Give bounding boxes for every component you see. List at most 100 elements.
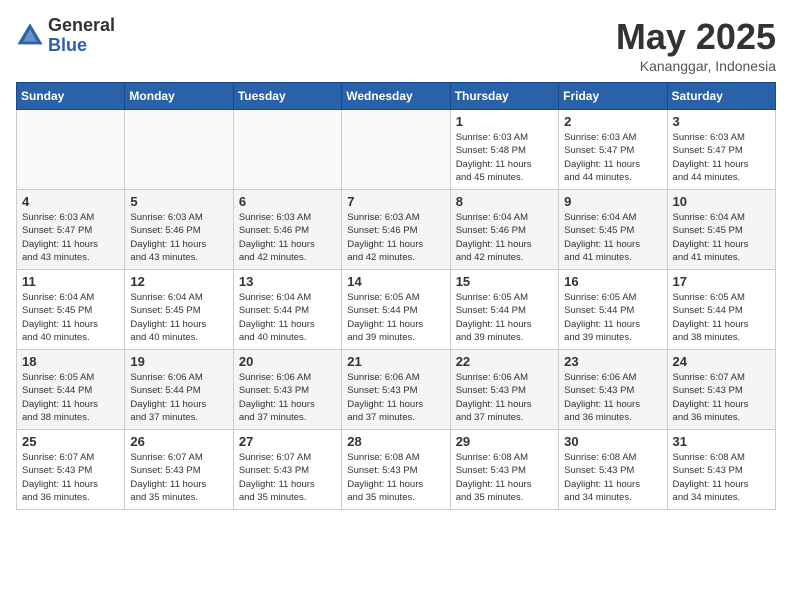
empty-cell bbox=[17, 110, 125, 190]
day-info: Sunrise: 6:05 AM Sunset: 5:44 PM Dayligh… bbox=[22, 371, 119, 424]
day-cell-21: 21 Sunrise: 6:06 AM Sunset: 5:43 PM Dayli… bbox=[342, 350, 450, 430]
day-number: 13 bbox=[239, 274, 336, 289]
day-info: Sunrise: 6:03 AM Sunset: 5:47 PM Dayligh… bbox=[22, 211, 119, 264]
empty-cell bbox=[233, 110, 341, 190]
title-block: May 2025 Kananggar, Indonesia bbox=[616, 16, 776, 74]
day-info: Sunrise: 6:04 AM Sunset: 5:45 PM Dayligh… bbox=[130, 291, 227, 344]
page-header: General Blue May 2025 Kananggar, Indones… bbox=[16, 16, 776, 74]
day-info: Sunrise: 6:08 AM Sunset: 5:43 PM Dayligh… bbox=[347, 451, 444, 504]
day-number: 14 bbox=[347, 274, 444, 289]
day-number: 24 bbox=[673, 354, 770, 369]
day-info: Sunrise: 6:03 AM Sunset: 5:46 PM Dayligh… bbox=[347, 211, 444, 264]
day-number: 27 bbox=[239, 434, 336, 449]
day-number: 21 bbox=[347, 354, 444, 369]
day-info: Sunrise: 6:06 AM Sunset: 5:43 PM Dayligh… bbox=[239, 371, 336, 424]
day-number: 5 bbox=[130, 194, 227, 209]
day-cell-7: 7 Sunrise: 6:03 AM Sunset: 5:46 PM Daylig… bbox=[342, 190, 450, 270]
day-cell-22: 22Sunrise: 6:06 AM Sunset: 5:43 PM Dayli… bbox=[450, 350, 558, 430]
day-number: 31 bbox=[673, 434, 770, 449]
day-info: Sunrise: 6:06 AM Sunset: 5:43 PM Dayligh… bbox=[347, 371, 444, 424]
day-info: Sunrise: 6:05 AM Sunset: 5:44 PM Dayligh… bbox=[347, 291, 444, 344]
day-cell-13: 13 Sunrise: 6:04 AM Sunset: 5:44 PM Dayli… bbox=[233, 270, 341, 350]
day-number: 8 bbox=[456, 194, 553, 209]
week-row-4: 18 Sunrise: 6:05 AM Sunset: 5:44 PM Dayli… bbox=[17, 350, 776, 430]
day-info: Sunrise: 6:08 AM Sunset: 5:43 PM Dayligh… bbox=[673, 451, 770, 504]
day-number: 11 bbox=[22, 274, 119, 289]
day-number: 6 bbox=[239, 194, 336, 209]
day-cell-31: 31 Sunrise: 6:08 AM Sunset: 5:43 PM Dayli… bbox=[667, 430, 775, 510]
day-number: 30 bbox=[564, 434, 661, 449]
week-row-3: 11 Sunrise: 6:04 AM Sunset: 5:45 PM Dayli… bbox=[17, 270, 776, 350]
day-cell-18: 18 Sunrise: 6:05 AM Sunset: 5:44 PM Dayli… bbox=[17, 350, 125, 430]
day-cell-10: 10Sunrise: 6:04 AM Sunset: 5:45 PM Dayli… bbox=[667, 190, 775, 270]
logo-icon bbox=[16, 22, 44, 50]
day-info: Sunrise: 6:06 AM Sunset: 5:44 PM Dayligh… bbox=[130, 371, 227, 424]
logo-general-text: General bbox=[48, 16, 115, 36]
day-info: Sunrise: 6:03 AM Sunset: 5:47 PM Dayligh… bbox=[564, 131, 661, 184]
day-number: 7 bbox=[347, 194, 444, 209]
week-row-5: 25 Sunrise: 6:07 AM Sunset: 5:43 PM Dayli… bbox=[17, 430, 776, 510]
day-cell-12: 12 Sunrise: 6:04 AM Sunset: 5:45 PM Dayli… bbox=[125, 270, 233, 350]
day-info: Sunrise: 6:05 AM Sunset: 5:44 PM Dayligh… bbox=[564, 291, 661, 344]
day-info: Sunrise: 6:04 AM Sunset: 5:44 PM Dayligh… bbox=[239, 291, 336, 344]
day-cell-25: 25 Sunrise: 6:07 AM Sunset: 5:43 PM Dayli… bbox=[17, 430, 125, 510]
day-cell-27: 27Sunrise: 6:07 AM Sunset: 5:43 PM Dayli… bbox=[233, 430, 341, 510]
day-info: Sunrise: 6:06 AM Sunset: 5:43 PM Dayligh… bbox=[564, 371, 661, 424]
day-cell-23: 23 Sunrise: 6:06 AM Sunset: 5:43 PM Dayli… bbox=[559, 350, 667, 430]
day-cell-28: 28 Sunrise: 6:08 AM Sunset: 5:43 PM Dayli… bbox=[342, 430, 450, 510]
day-info: Sunrise: 6:03 AM Sunset: 5:47 PM Dayligh… bbox=[673, 131, 770, 184]
day-info: Sunrise: 6:07 AM Sunset: 5:43 PM Dayligh… bbox=[673, 371, 770, 424]
week-row-1: 1 Sunrise: 6:03 AM Sunset: 5:48 PM Daylig… bbox=[17, 110, 776, 190]
day-number: 1 bbox=[456, 114, 553, 129]
day-cell-8: 8 Sunrise: 6:04 AM Sunset: 5:46 PM Daylig… bbox=[450, 190, 558, 270]
weekday-header-tuesday: Tuesday bbox=[233, 83, 341, 110]
day-number: 25 bbox=[22, 434, 119, 449]
month-year-title: May 2025 bbox=[616, 16, 776, 58]
logo: General Blue bbox=[16, 16, 115, 56]
day-cell-11: 11 Sunrise: 6:04 AM Sunset: 5:45 PM Dayli… bbox=[17, 270, 125, 350]
day-number: 23 bbox=[564, 354, 661, 369]
day-number: 29 bbox=[456, 434, 553, 449]
week-row-2: 4 Sunrise: 6:03 AM Sunset: 5:47 PM Daylig… bbox=[17, 190, 776, 270]
empty-cell bbox=[342, 110, 450, 190]
weekday-header-row: SundayMondayTuesdayWednesdayThursdayFrid… bbox=[17, 83, 776, 110]
day-info: Sunrise: 6:08 AM Sunset: 5:43 PM Dayligh… bbox=[564, 451, 661, 504]
day-number: 26 bbox=[130, 434, 227, 449]
day-number: 4 bbox=[22, 194, 119, 209]
day-cell-1: 1 Sunrise: 6:03 AM Sunset: 5:48 PM Daylig… bbox=[450, 110, 558, 190]
day-cell-30: 30 Sunrise: 6:08 AM Sunset: 5:43 PM Dayli… bbox=[559, 430, 667, 510]
day-cell-5: 5 Sunrise: 6:03 AM Sunset: 5:46 PM Daylig… bbox=[125, 190, 233, 270]
day-info: Sunrise: 6:04 AM Sunset: 5:45 PM Dayligh… bbox=[673, 211, 770, 264]
day-info: Sunrise: 6:07 AM Sunset: 5:43 PM Dayligh… bbox=[130, 451, 227, 504]
day-cell-20: 20Sunrise: 6:06 AM Sunset: 5:43 PM Dayli… bbox=[233, 350, 341, 430]
weekday-header-thursday: Thursday bbox=[450, 83, 558, 110]
day-info: Sunrise: 6:03 AM Sunset: 5:48 PM Dayligh… bbox=[456, 131, 553, 184]
weekday-header-saturday: Saturday bbox=[667, 83, 775, 110]
weekday-header-sunday: Sunday bbox=[17, 83, 125, 110]
day-number: 28 bbox=[347, 434, 444, 449]
day-cell-29: 29Sunrise: 6:08 AM Sunset: 5:43 PM Dayli… bbox=[450, 430, 558, 510]
day-number: 12 bbox=[130, 274, 227, 289]
day-info: Sunrise: 6:04 AM Sunset: 5:45 PM Dayligh… bbox=[22, 291, 119, 344]
day-info: Sunrise: 6:03 AM Sunset: 5:46 PM Dayligh… bbox=[130, 211, 227, 264]
day-info: Sunrise: 6:03 AM Sunset: 5:46 PM Dayligh… bbox=[239, 211, 336, 264]
day-cell-9: 9Sunrise: 6:04 AM Sunset: 5:45 PM Daylig… bbox=[559, 190, 667, 270]
calendar-table: SundayMondayTuesdayWednesdayThursdayFrid… bbox=[16, 82, 776, 510]
day-cell-17: 17Sunrise: 6:05 AM Sunset: 5:44 PM Dayli… bbox=[667, 270, 775, 350]
day-cell-19: 19 Sunrise: 6:06 AM Sunset: 5:44 PM Dayli… bbox=[125, 350, 233, 430]
weekday-header-wednesday: Wednesday bbox=[342, 83, 450, 110]
day-number: 19 bbox=[130, 354, 227, 369]
day-cell-3: 3 Sunrise: 6:03 AM Sunset: 5:47 PM Daylig… bbox=[667, 110, 775, 190]
day-cell-16: 16Sunrise: 6:05 AM Sunset: 5:44 PM Dayli… bbox=[559, 270, 667, 350]
day-info: Sunrise: 6:04 AM Sunset: 5:46 PM Dayligh… bbox=[456, 211, 553, 264]
day-info: Sunrise: 6:07 AM Sunset: 5:43 PM Dayligh… bbox=[22, 451, 119, 504]
day-number: 22 bbox=[456, 354, 553, 369]
day-number: 9 bbox=[564, 194, 661, 209]
day-number: 17 bbox=[673, 274, 770, 289]
day-cell-14: 14 Sunrise: 6:05 AM Sunset: 5:44 PM Dayli… bbox=[342, 270, 450, 350]
day-number: 3 bbox=[673, 114, 770, 129]
day-cell-6: 6 Sunrise: 6:03 AM Sunset: 5:46 PM Daylig… bbox=[233, 190, 341, 270]
logo-text: General Blue bbox=[48, 16, 115, 56]
day-number: 2 bbox=[564, 114, 661, 129]
day-number: 18 bbox=[22, 354, 119, 369]
